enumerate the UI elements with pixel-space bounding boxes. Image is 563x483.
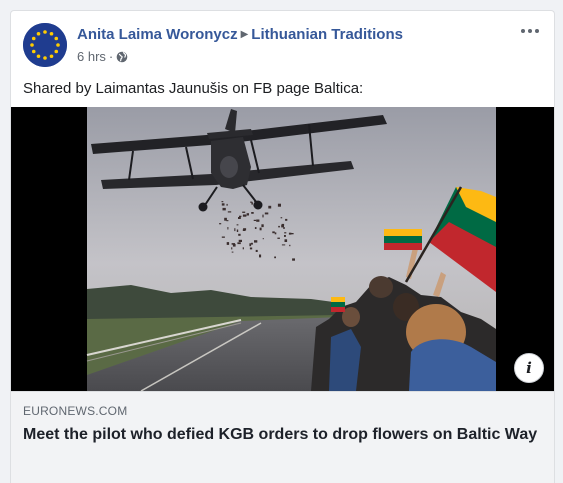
post-timestamp[interactable]: 6 hrs xyxy=(77,49,106,64)
triangle-right-icon: ▶ xyxy=(240,29,249,40)
post-header: Anita Laima Woronycz ▶ Lithuanian Traditio… xyxy=(11,11,554,75)
link-domain: EURONEWS.COM xyxy=(23,404,128,418)
more-options-icon[interactable] xyxy=(518,21,542,41)
feed-post: Anita Laima Woronycz ▶ Lithuanian Traditio… xyxy=(10,10,555,483)
baltic-way-photo xyxy=(11,107,554,391)
post-text: Shared by Laimantas Jaunušis on FB page … xyxy=(23,80,364,97)
eu-flag-icon xyxy=(23,23,67,67)
author-link[interactable]: Anita Laima Woronycz xyxy=(77,26,238,43)
group-link[interactable]: Lithuanian Traditions xyxy=(251,26,403,43)
link-preview-caption[interactable]: EURONEWS.COM Meet the pilot who defied K… xyxy=(11,391,554,483)
link-title[interactable]: Meet the pilot who defied KGB orders to … xyxy=(23,424,548,446)
avatar[interactable] xyxy=(23,23,67,67)
link-preview-image[interactable]: i xyxy=(11,107,554,391)
meta-separator: · xyxy=(108,49,114,64)
info-button[interactable]: i xyxy=(514,353,544,383)
post-meta: 6 hrs · xyxy=(77,49,128,64)
post-title-line: Anita Laima Woronycz ▶ Lithuanian Traditio… xyxy=(77,26,403,43)
globe-icon[interactable] xyxy=(116,51,128,63)
